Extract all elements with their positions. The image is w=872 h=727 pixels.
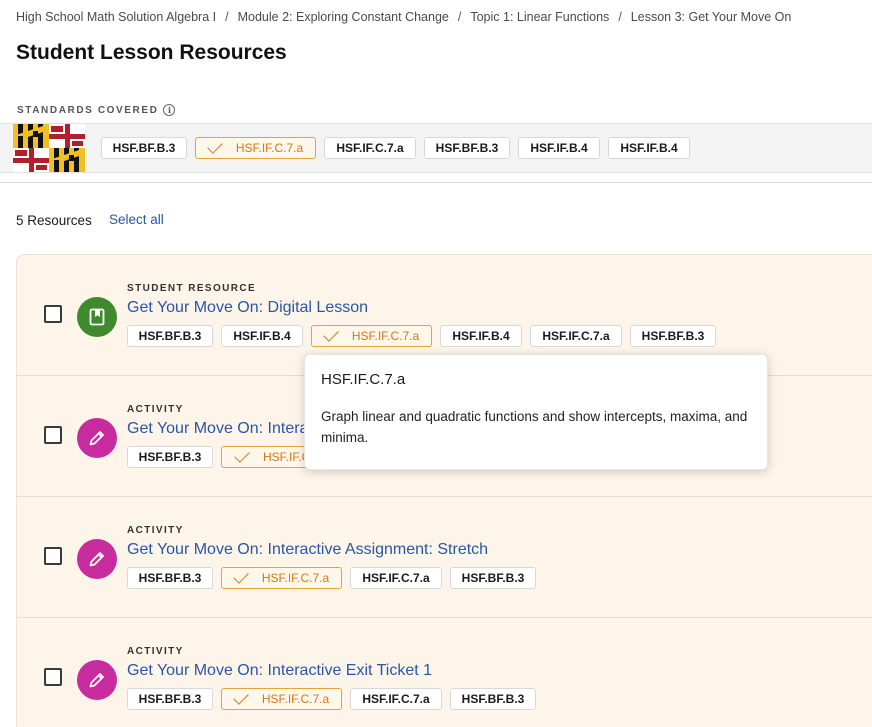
chip-label: HSF.IF.B.4 [452, 329, 510, 343]
standard-chip[interactable]: HSF.IF.C.7.a [350, 567, 442, 589]
chip-label: HSF.IF.C.7.a [542, 329, 610, 343]
standard-chip[interactable]: HSF.IF.C.7.a [350, 688, 442, 710]
chip-label: HSF.BF.B.3 [138, 571, 202, 585]
breadcrumb-item-lesson[interactable]: Lesson 3: Get Your Move On [631, 10, 792, 24]
chip-label: HSF.BF.B.3 [138, 692, 202, 706]
resource-type-badge [77, 297, 117, 337]
standard-chip[interactable]: HSF.BF.B.3 [424, 137, 510, 159]
standard-chip-selected[interactable]: HSF.IF.C.7.a [221, 688, 342, 710]
resource-title-link[interactable]: Get Your Move On: Interactive Assignment… [127, 541, 488, 559]
standard-chip[interactable]: HSF.IF.B.4 [440, 325, 522, 347]
resource-type-badge [77, 660, 117, 700]
chip-label: HSF.BF.B.3 [435, 141, 499, 155]
resource-type: ACTIVITY [127, 525, 184, 536]
standard-chip[interactable]: HSF.BF.B.3 [127, 446, 213, 468]
book-icon [89, 308, 105, 326]
select-all-link[interactable]: Select all [109, 212, 164, 227]
section-divider [0, 182, 872, 183]
chip-label: HSF.BF.B.3 [641, 329, 705, 343]
standards-covered-text: STANDARDS COVERED [17, 104, 159, 116]
resource-type: STUDENT RESOURCE [127, 283, 257, 294]
chip-label: HSF.IF.C.7.a [336, 141, 404, 155]
chip-label: HSF.BF.B.3 [112, 141, 176, 155]
breadcrumb-item-course[interactable]: High School Math Solution Algebra I [16, 10, 216, 24]
chip-label: HSF.IF.B.4 [233, 329, 291, 343]
breadcrumb-item-module[interactable]: Module 2: Exploring Constant Change [238, 10, 449, 24]
chip-label: HSF.IF.C.7.a [261, 692, 330, 706]
row-divider [17, 617, 872, 618]
pencil-icon [89, 552, 104, 567]
pencil-icon [89, 431, 104, 446]
breadcrumb-item-topic[interactable]: Topic 1: Linear Functions [470, 10, 609, 24]
chip-label: HSF.BF.B.3 [461, 571, 525, 585]
check-icon [233, 568, 249, 584]
breadcrumb-separator: / [225, 10, 229, 24]
standard-chip[interactable]: HSF.BF.B.3 [630, 325, 716, 347]
info-icon[interactable]: i [163, 104, 176, 116]
pencil-icon [89, 673, 104, 688]
check-icon [207, 138, 223, 154]
maryland-flag-icon [13, 124, 85, 172]
resource-type: ACTIVITY [127, 646, 184, 657]
resource-type: ACTIVITY [127, 404, 184, 415]
page-title: Student Lesson Resources [16, 41, 287, 64]
check-icon [233, 689, 249, 705]
breadcrumb: High School Math Solution Algebra I / Modu… [16, 10, 791, 24]
chip-label: HSF.BF.B.3 [138, 450, 202, 464]
breadcrumb-separator: / [618, 10, 622, 24]
chip-label: HSF.IF.B.4 [620, 141, 678, 155]
tooltip-description: Graph linear and quadratic functions and… [321, 409, 748, 445]
resource-checkbox[interactable] [44, 547, 62, 565]
resource-title-link[interactable]: Get Your Move On: Digital Lesson [127, 299, 368, 317]
resource-title-link[interactable]: Get Your Move On: Interactive Exit Ticke… [127, 662, 432, 680]
row-divider [17, 496, 872, 497]
resource-type-badge [77, 418, 117, 458]
standard-chip-selected[interactable]: HSF.IF.C.7.a [221, 567, 342, 589]
resource-checkbox[interactable] [44, 426, 62, 444]
resource-count: 5 Resources [16, 213, 92, 228]
standard-chip[interactable]: HSF.BF.B.3 [127, 688, 213, 710]
standard-chip[interactable]: HSF.IF.C.7.a [530, 325, 622, 347]
standard-chip-selected[interactable]: HSF.IF.C.7.a [311, 325, 432, 347]
chip-label: HSF.IF.C.7.a [261, 571, 330, 585]
standards-covered-label: STANDARDS COVERED i [17, 104, 176, 116]
standard-chip[interactable]: HSF.IF.B.4 [608, 137, 690, 159]
chip-label: HSF.IF.C.7.a [351, 329, 420, 343]
resource-checkbox[interactable] [44, 668, 62, 686]
standard-tooltip: HSF.IF.C.7.a Graph linear and quadratic … [304, 354, 768, 470]
chip-label: HSF.IF.C.7.a [235, 141, 304, 155]
standard-chip[interactable]: HSF.BF.B.3 [127, 325, 213, 347]
standard-chip[interactable]: HSF.BF.B.3 [127, 567, 213, 589]
resource-title-link[interactable]: Get Your Move On: Intera [127, 420, 308, 438]
standard-chip[interactable]: HSF.IF.B.4 [221, 325, 303, 347]
standard-chip[interactable]: HSF.IF.C.7.a [324, 137, 416, 159]
check-icon [234, 447, 250, 463]
standard-chip[interactable]: HSF.BF.B.3 [101, 137, 187, 159]
resource-checkbox[interactable] [44, 305, 62, 323]
resource-type-badge [77, 539, 117, 579]
check-icon [323, 326, 339, 342]
standard-chip-selected[interactable]: HSF.IF.C.7.a [195, 137, 316, 159]
chip-label: HSF.IF.C.7.a [362, 692, 430, 706]
chip-label: HSF.BF.B.3 [138, 329, 202, 343]
chip-label: HSF.IF.B.4 [530, 141, 588, 155]
tooltip-title: HSF.IF.C.7.a [321, 371, 406, 388]
breadcrumb-separator: / [457, 10, 462, 24]
standard-chip[interactable]: HSF.IF.B.4 [518, 137, 600, 159]
standard-chip[interactable]: HSF.BF.B.3 [450, 688, 536, 710]
chip-label: HSF.BF.B.3 [461, 692, 525, 706]
chip-label: HSF.IF.C.7.a [362, 571, 430, 585]
standard-chip[interactable]: HSF.BF.B.3 [450, 567, 536, 589]
